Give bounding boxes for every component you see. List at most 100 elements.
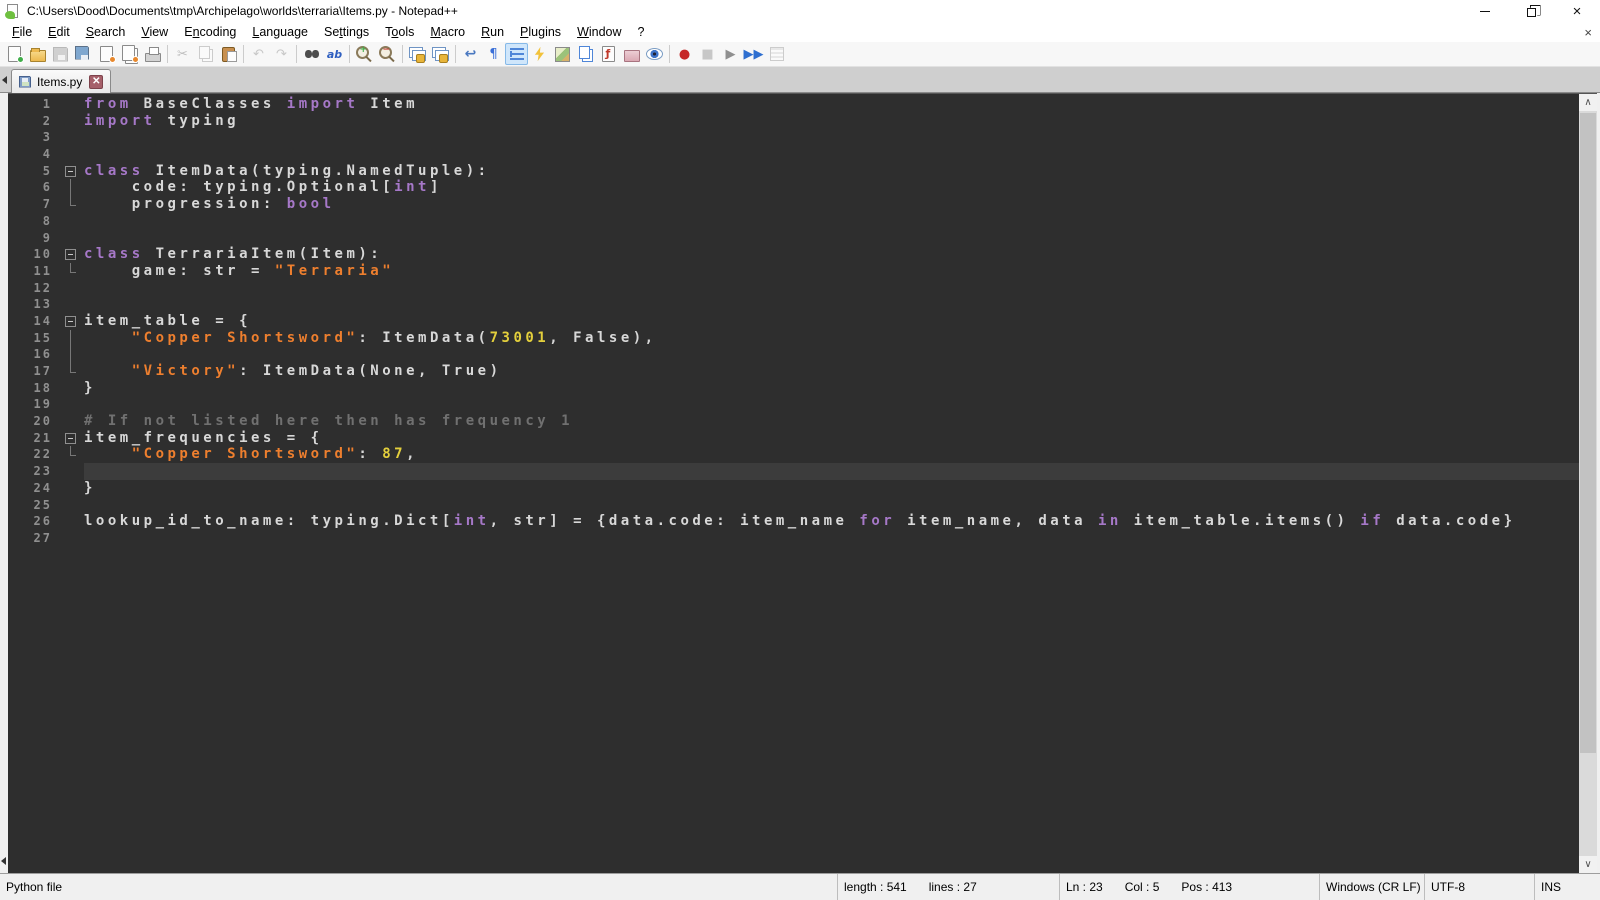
code-text: "Copper Shortsword": 87,: [84, 446, 1579, 463]
code-line-24[interactable]: 24}: [8, 480, 1579, 497]
code-line-27[interactable]: 27: [8, 530, 1579, 547]
magnifier-sign: −: [383, 46, 391, 55]
code-line-21[interactable]: 21item_frequencies = {: [8, 430, 1579, 447]
dock-strip: [0, 93, 8, 873]
code-line-5[interactable]: 5class ItemData(typing.NamedTuple):: [8, 163, 1579, 180]
code-line-7[interactable]: 7 progression: bool: [8, 196, 1579, 213]
code-text: [84, 146, 1579, 163]
function-list-button[interactable]: [597, 43, 620, 65]
zoom-out-button[interactable]: −: [376, 43, 399, 65]
macro-save-button[interactable]: [765, 43, 788, 65]
scrollbar-thumb[interactable]: [1580, 113, 1596, 753]
save-all-button[interactable]: [72, 43, 95, 65]
code-line-6[interactable]: 6 code: typing.Optional[int]: [8, 179, 1579, 196]
vertical-scrollbar[interactable]: ∧ ∨: [1579, 93, 1597, 873]
status-insert-mode[interactable]: INS: [1535, 874, 1600, 900]
save-file-button[interactable]: [49, 43, 72, 65]
menu-edit[interactable]: Edit: [40, 23, 78, 41]
status-encoding[interactable]: UTF-8: [1425, 874, 1535, 900]
close-all-button[interactable]: [118, 43, 141, 65]
code-line-22[interactable]: 22 "Copper Shortsword": 87,: [8, 446, 1579, 463]
menu-tools[interactable]: Tools: [377, 23, 422, 41]
code-line-10[interactable]: 10class TerrariaItem(Item):: [8, 246, 1579, 263]
print-button[interactable]: [141, 43, 164, 65]
document-list-button[interactable]: [574, 43, 597, 65]
code-line-16[interactable]: 16: [8, 346, 1579, 363]
menu-language[interactable]: Language: [244, 23, 316, 41]
code-line-26[interactable]: 26lookup_id_to_name: typing.Dict[int, st…: [8, 513, 1579, 530]
word-wrap-button[interactable]: ↩: [459, 43, 482, 65]
menu-file[interactable]: File: [4, 23, 40, 41]
macro-play-button[interactable]: ▶: [719, 43, 742, 65]
show-all-characters-button[interactable]: ¶: [482, 43, 505, 65]
fold-margin: [58, 129, 84, 146]
menu-run[interactable]: Run: [473, 23, 512, 41]
zoom-in-button[interactable]: +: [353, 43, 376, 65]
menu-bar: FileEditSearchViewEncodingLanguageSettin…: [0, 22, 1600, 42]
document-map-button[interactable]: [551, 43, 574, 65]
tab-scroll-left-icon[interactable]: [0, 67, 9, 92]
code-line-19[interactable]: 19: [8, 396, 1579, 413]
menu-help[interactable]: ?: [630, 23, 653, 41]
sync-horizontal-scroll-button[interactable]: [429, 43, 452, 65]
code-line-20[interactable]: 20# If not listed here then has frequenc…: [8, 413, 1579, 430]
dock-arrow-icon[interactable]: [1, 857, 6, 865]
fold-marker-start[interactable]: [58, 163, 84, 180]
menu-plugins[interactable]: Plugins: [512, 23, 569, 41]
replace-button[interactable]: ab: [323, 43, 346, 65]
redo-button[interactable]: ↷: [270, 43, 293, 65]
minimize-button[interactable]: [1462, 0, 1508, 22]
code-line-17[interactable]: 17 "Victory": ItemData(None, True): [8, 363, 1579, 380]
menu-macro[interactable]: Macro: [422, 23, 473, 41]
undo-button[interactable]: ↶: [247, 43, 270, 65]
open-file-button[interactable]: [26, 43, 49, 65]
fold-marker-start[interactable]: [58, 313, 84, 330]
code-line-12[interactable]: 12: [8, 280, 1579, 297]
code-line-18[interactable]: 18}: [8, 380, 1579, 397]
find-button[interactable]: [300, 43, 323, 65]
copy-button[interactable]: [194, 43, 217, 65]
menu-window[interactable]: Window: [569, 23, 629, 41]
code-line-13[interactable]: 13: [8, 296, 1579, 313]
close-file-button[interactable]: [95, 43, 118, 65]
menu-view[interactable]: View: [133, 23, 176, 41]
menu-settings[interactable]: Settings: [316, 23, 377, 41]
fold-marker-end: [58, 196, 84, 213]
menubar-close-icon[interactable]: ×: [1584, 25, 1592, 40]
menu-encoding[interactable]: Encoding: [176, 23, 244, 41]
close-button[interactable]: ×: [1554, 0, 1600, 22]
define-language-button[interactable]: [528, 43, 551, 65]
code-line-2[interactable]: 2import typing: [8, 113, 1579, 130]
scrollbar-track[interactable]: [1579, 111, 1597, 856]
macro-run-multiple-button[interactable]: ▶▶: [742, 43, 765, 65]
code-line-11[interactable]: 11 game: str = "Terraria": [8, 263, 1579, 280]
monitoring-button[interactable]: [643, 43, 666, 65]
code-line-3[interactable]: 3: [8, 129, 1579, 146]
macro-record-button[interactable]: ●: [673, 43, 696, 65]
code-line-14[interactable]: 14item_table = {: [8, 313, 1579, 330]
scroll-up-button[interactable]: ∧: [1579, 94, 1597, 111]
show-indent-guide-button[interactable]: [505, 43, 528, 65]
tab-items-py[interactable]: Items.py ✕: [11, 69, 111, 93]
scroll-down-button[interactable]: ∨: [1579, 856, 1597, 873]
code-line-1[interactable]: 1from BaseClasses import Item: [8, 96, 1579, 113]
code-line-23[interactable]: 23: [8, 463, 1579, 480]
macro-stop-button[interactable]: ■: [696, 43, 719, 65]
code-line-8[interactable]: 8: [8, 213, 1579, 230]
code-line-25[interactable]: 25: [8, 497, 1579, 514]
code-line-15[interactable]: 15 "Copper Shortsword": ItemData(73001, …: [8, 330, 1579, 347]
new-file-button[interactable]: [3, 43, 26, 65]
paste-button[interactable]: [217, 43, 240, 65]
code-line-9[interactable]: 9: [8, 230, 1579, 247]
sync-vertical-scroll-button[interactable]: [406, 43, 429, 65]
fold-marker-start[interactable]: [58, 246, 84, 263]
code-editor[interactable]: 1from BaseClasses import Item2import typ…: [8, 93, 1579, 873]
folder-as-workspace-button[interactable]: [620, 43, 643, 65]
status-eol[interactable]: Windows (CR LF): [1320, 874, 1425, 900]
cut-button[interactable]: ✂: [171, 43, 194, 65]
fold-marker-start[interactable]: [58, 430, 84, 447]
restore-button[interactable]: [1508, 0, 1554, 22]
code-line-4[interactable]: 4: [8, 146, 1579, 163]
tab-close-icon[interactable]: ✕: [89, 75, 103, 89]
menu-search[interactable]: Search: [78, 23, 134, 41]
